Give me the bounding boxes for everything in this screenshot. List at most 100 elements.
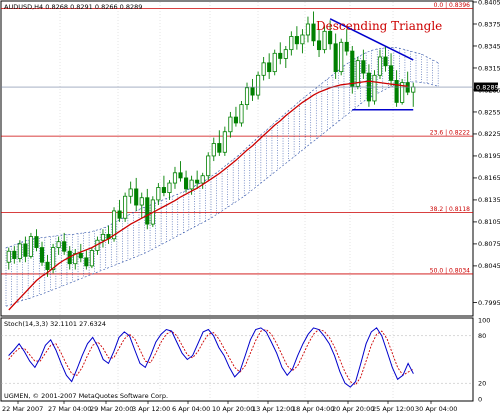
candle-body xyxy=(305,23,311,36)
candle-body xyxy=(128,188,133,197)
copyright-text: UGMEN, © 2001-2007 MetaQuotes Software C… xyxy=(4,392,168,400)
stochastic-tick-label: 20 xyxy=(478,380,486,388)
candle-body xyxy=(233,116,238,124)
time-tick-label: 25 Apr 12:00 xyxy=(372,405,414,413)
candle-body xyxy=(389,65,394,81)
candle-body xyxy=(23,243,28,257)
candle-body xyxy=(372,74,377,102)
candle-body xyxy=(300,34,305,45)
candle-body xyxy=(211,143,216,157)
candle-body xyxy=(272,52,277,73)
candle-body xyxy=(311,23,316,42)
candle-body xyxy=(134,188,139,206)
candle-body xyxy=(167,182,172,193)
candle-body xyxy=(278,52,283,59)
time-tick-label: 3 Apr 12:00 xyxy=(132,405,170,413)
candle-body xyxy=(377,56,383,76)
candle-body xyxy=(78,253,83,259)
candle-body xyxy=(84,257,89,267)
candle-body xyxy=(172,172,178,184)
candle-body xyxy=(17,243,22,259)
candle-body xyxy=(283,49,288,59)
candle-body xyxy=(411,86,416,93)
time-tick-label: 22 Mar 2007 xyxy=(2,405,43,413)
fibonacci-label: 50.0 | 0.8034 xyxy=(430,267,470,274)
candle-body xyxy=(350,50,355,87)
svg-text:0.8289: 0.8289 xyxy=(476,83,499,91)
candle-body xyxy=(256,74,261,96)
candle-body xyxy=(239,104,244,124)
price-tick-label: 0.7995 xyxy=(478,299,500,307)
candle-body xyxy=(28,236,33,257)
candle-body xyxy=(139,197,144,206)
price-tick-label: 0.8255 xyxy=(478,108,500,116)
symbol-info: AUDUSD,H4 0.8268 0.8291 0.8266 0.8289 xyxy=(4,3,142,11)
time-tick-label: 29 Mar 20:00 xyxy=(90,405,133,413)
time-tick-label: 18 Apr 04:00 xyxy=(292,405,334,413)
candle-body xyxy=(100,233,106,241)
candle-body xyxy=(200,175,205,184)
time-tick-label: 6 Apr 04:00 xyxy=(172,405,210,413)
pattern-annotation: Descending Triangle xyxy=(316,19,442,33)
candle-body xyxy=(184,177,189,190)
price-chart-window[interactable]: 0.0 | 0.8396 23.6 | 0.8222 38.2 | 0.8118 50… xyxy=(0,0,500,415)
candle-body xyxy=(161,187,166,193)
candle-body xyxy=(51,247,56,270)
candle-body xyxy=(339,41,344,73)
price-tick-label: 0.8075 xyxy=(478,240,500,248)
time-tick-label: 30 Apr 04:00 xyxy=(415,405,457,413)
candle-body xyxy=(12,250,17,259)
price-tick-label: 0.8105 xyxy=(478,218,500,226)
candle-body xyxy=(45,261,50,270)
candle-body xyxy=(316,40,322,51)
price-tick-label: 0.8045 xyxy=(478,262,500,270)
candle-body xyxy=(222,131,227,153)
price-tick-label: 0.8315 xyxy=(478,64,500,72)
candle-body xyxy=(244,87,250,106)
candle-body xyxy=(39,247,45,263)
candle-body xyxy=(156,187,161,201)
candle-body xyxy=(361,60,366,74)
price-tick-label: 0.8405 xyxy=(478,0,500,6)
candle-body xyxy=(195,179,200,184)
candle-body xyxy=(178,172,183,179)
candle-body xyxy=(333,43,338,73)
candle-body xyxy=(117,210,122,219)
candle-body xyxy=(228,116,233,133)
candle-body xyxy=(6,250,11,263)
candle-body xyxy=(34,236,39,248)
candle-body xyxy=(383,56,388,67)
candle-body xyxy=(322,30,327,51)
stochastic-tick-label: 0 xyxy=(478,395,482,403)
candle-body xyxy=(328,30,333,45)
time-tick-label: 13 Apr 12:00 xyxy=(252,405,294,413)
stochastic-panel[interactable] xyxy=(0,317,474,402)
price-tick-label: 0.8375 xyxy=(478,20,500,28)
candle-body xyxy=(289,36,294,51)
candle-body xyxy=(394,80,399,103)
time-tick-label: 10 Apr 20:00 xyxy=(212,405,254,413)
candle-body xyxy=(62,241,67,252)
stochastic-tick-label: 80 xyxy=(478,332,486,340)
candle-body xyxy=(206,155,211,177)
candle-body xyxy=(267,62,272,73)
price-tick-label: 0.8135 xyxy=(478,196,500,204)
price-tick-label: 0.8345 xyxy=(478,42,500,50)
candle-body xyxy=(217,143,222,153)
candle-body xyxy=(56,241,61,248)
price-tick-label: 0.8195 xyxy=(478,152,500,160)
candle-body xyxy=(250,87,255,96)
price-tick-label: 0.8165 xyxy=(478,174,500,182)
fibonacci-label: 23.6 | 0.8222 xyxy=(430,130,470,137)
fibonacci-label: 0.0 | 0.8396 xyxy=(434,2,471,9)
fibonacci-label: 38.2 | 0.8118 xyxy=(430,206,470,213)
candle-body xyxy=(189,179,194,190)
price-tick-label: 0.8225 xyxy=(478,130,500,138)
candle-body xyxy=(145,197,150,225)
candle-body xyxy=(89,250,94,267)
stochastic-tick-label: 100 xyxy=(478,316,490,324)
time-tick-label: 27 Mar 04:00 xyxy=(48,405,91,413)
time-tick-label: 20 Apr 20:00 xyxy=(332,405,374,413)
candle-body xyxy=(123,195,128,219)
candle-body xyxy=(405,82,410,93)
